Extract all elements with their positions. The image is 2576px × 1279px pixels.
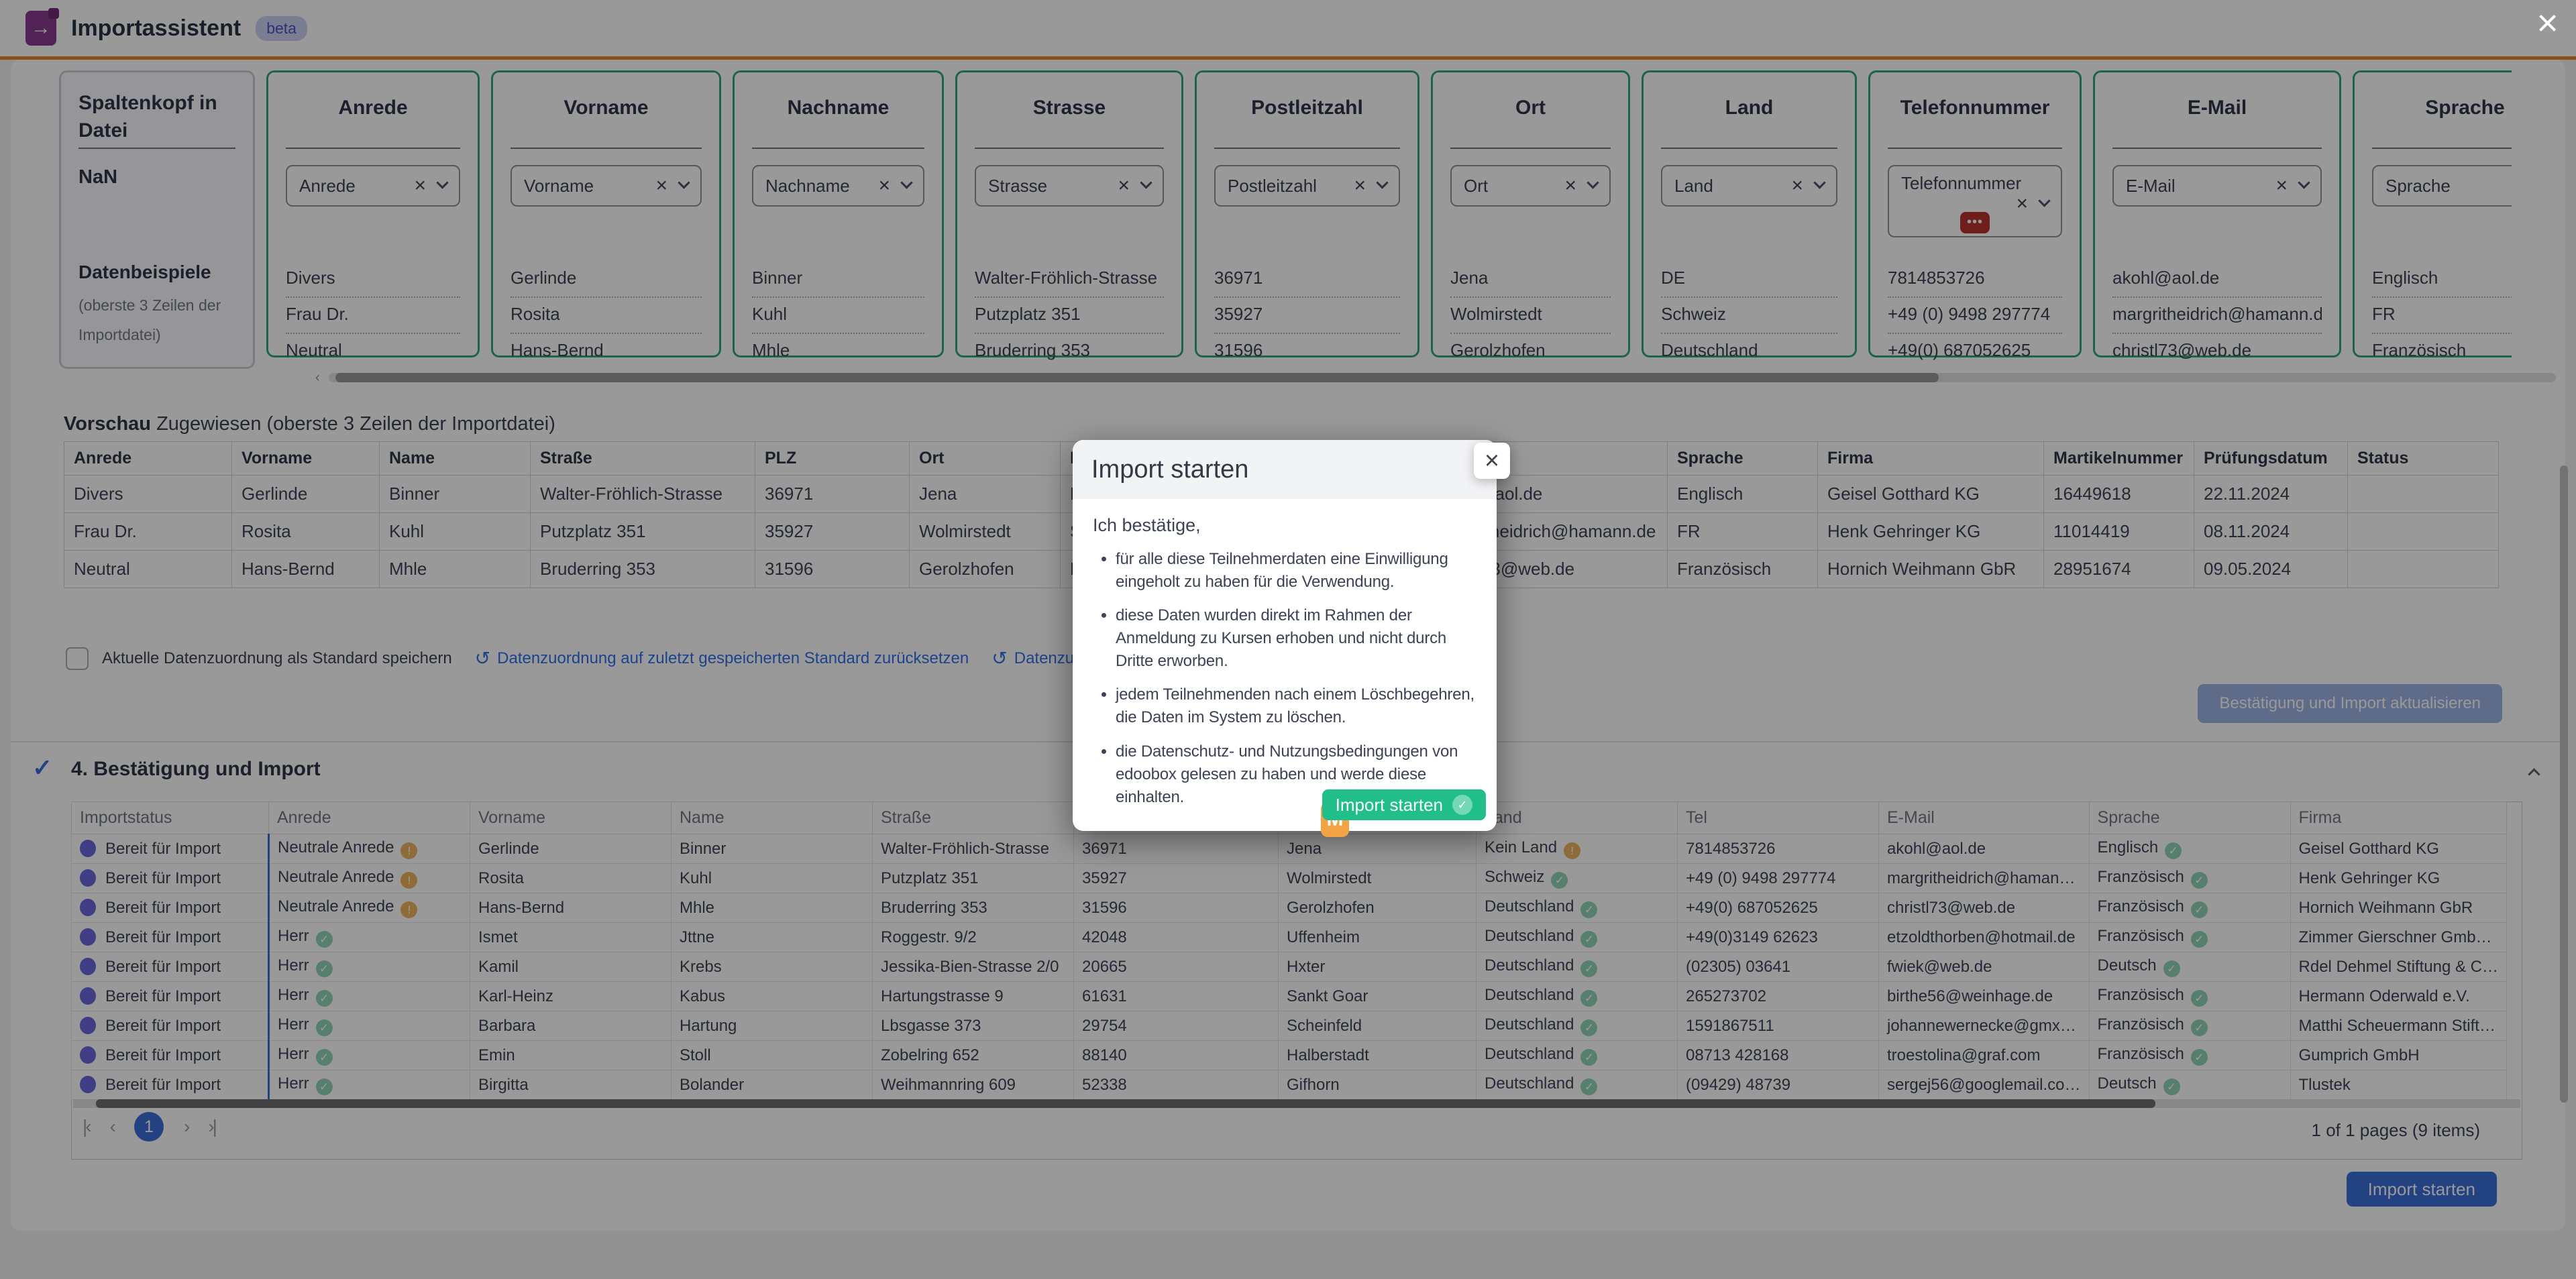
dialog-import-start-label: Import starten: [1336, 795, 1443, 816]
check-circle-icon: ✓: [1452, 795, 1472, 815]
confirmation-bullet: diese Daten wurden direkt im Rahmen der …: [1116, 604, 1477, 673]
import-confirm-dialog: Import starten × Ich bestätige, für alle…: [1073, 440, 1497, 831]
dialog-title: Import starten: [1091, 455, 1248, 484]
dialog-header: Import starten: [1073, 440, 1497, 499]
confirmation-bullet: jedem Teilnehmenden nach einem Löschbege…: [1116, 683, 1477, 729]
dialog-close-button[interactable]: ×: [1474, 443, 1510, 479]
confirmation-bullet: für alle diese Teilnehmerdaten eine Einw…: [1116, 548, 1477, 594]
confirmation-list: für alle diese Teilnehmerdaten eine Einw…: [1093, 548, 1477, 809]
dialog-body: Ich bestätige, für alle diese Teilnehmer…: [1073, 499, 1497, 809]
dialog-intro: Ich bestätige,: [1093, 515, 1477, 536]
dialog-import-start-button[interactable]: Import starten ✓: [1322, 789, 1486, 820]
close-icon[interactable]: ×: [2536, 4, 2559, 42]
